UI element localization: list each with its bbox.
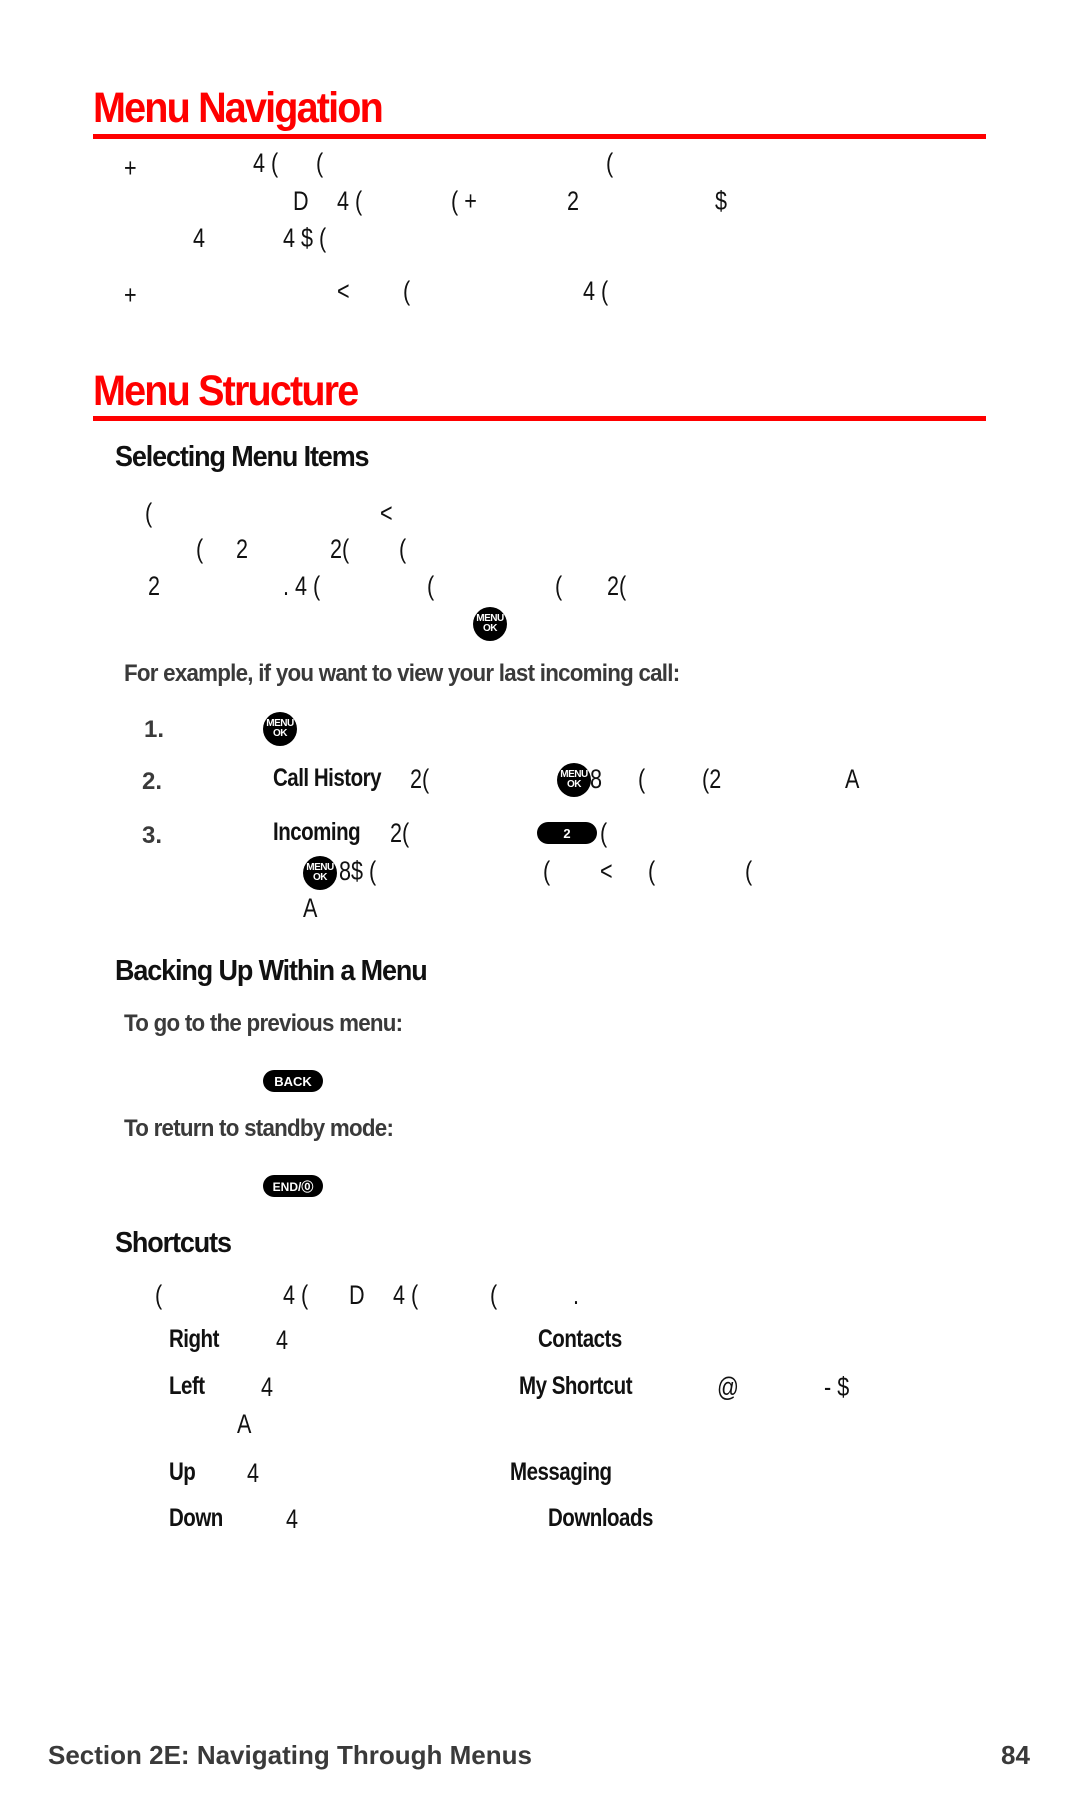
glyph: 4 ( — [283, 1280, 309, 1310]
glyph: < — [600, 856, 613, 886]
glyph: 8 — [590, 764, 603, 794]
glyph: ( — [600, 818, 608, 848]
example-lead: For example, if you want to view your la… — [124, 660, 680, 687]
glyph: < — [337, 276, 350, 306]
glyph: 8$ ( — [339, 856, 377, 886]
step-number: 1. — [144, 716, 165, 743]
shortcut-target: My Shortcut — [519, 1372, 633, 1400]
glyph: 2 — [148, 571, 161, 601]
previous-menu-label: To go to the previous menu: — [124, 1010, 403, 1037]
key-label: OK — [313, 872, 328, 883]
glyph: . — [573, 1280, 580, 1310]
menu-ok-key-icon: MENU OK — [263, 712, 297, 746]
glyph: ( — [403, 276, 411, 306]
shortcut-direction: Right — [169, 1325, 219, 1353]
menu-ok-key-icon: MENU OK — [557, 763, 591, 797]
glyph: ( — [606, 148, 614, 178]
title-rule — [93, 416, 986, 421]
glyph: ( — [745, 856, 753, 886]
glyph: 4 — [193, 223, 206, 253]
title-rule — [93, 134, 986, 139]
glyph: (2 — [702, 764, 722, 794]
key-label: BACK — [274, 1073, 312, 1089]
glyph: ( — [196, 534, 204, 564]
glyph: - $ — [824, 1372, 850, 1402]
key-label: END/⓪ — [272, 1179, 314, 1194]
step-number: 3. — [142, 822, 163, 849]
back-key-icon: BACK — [263, 1070, 323, 1092]
footer-section-label: Section 2E: Navigating Through Menus — [48, 1740, 532, 1770]
heading-selecting-menu-items: Selecting Menu Items — [115, 441, 370, 473]
glyph: $ — [715, 186, 728, 216]
heading-backing-up: Backing Up Within a Menu — [115, 955, 428, 987]
heading-shortcuts: Shortcuts — [115, 1227, 232, 1259]
glyph: ( — [638, 764, 646, 794]
shortcut-target: Contacts — [538, 1325, 622, 1353]
glyph: ( — [648, 856, 656, 886]
glyph: 2 — [567, 186, 580, 216]
menu-item-incoming: Incoming — [273, 818, 361, 846]
glyph: 4 ( — [583, 276, 609, 306]
glyph: D — [349, 1280, 365, 1310]
glyph: 4 — [261, 1372, 274, 1402]
shortcut-direction: Up — [169, 1458, 196, 1486]
glyph: @ — [717, 1372, 739, 1402]
glyph: D — [293, 186, 309, 216]
glyph: ( — [155, 1280, 163, 1310]
glyph: A — [303, 893, 318, 923]
glyph: 4 ( — [337, 186, 363, 216]
glyph: 4 $ ( — [283, 223, 327, 253]
key-label: OK — [567, 779, 582, 790]
menu-ok-key-icon: MENU OK — [473, 607, 507, 641]
glyph: A — [237, 1409, 252, 1439]
glyph: 4 — [276, 1325, 289, 1355]
shortcut-target: Downloads — [548, 1504, 653, 1532]
glyph: ( — [543, 856, 551, 886]
glyph: ( — [555, 571, 563, 601]
step-number: 2. — [142, 768, 163, 795]
menu-item-call-history: Call History — [273, 764, 382, 792]
section-title-menu-structure: Menu Structure — [93, 367, 359, 415]
glyph: 4 — [286, 1504, 299, 1534]
page-title-menu-navigation: Menu Navigation — [93, 84, 384, 132]
key-label: OK — [483, 623, 498, 634]
shortcut-direction: Left — [169, 1372, 205, 1400]
glyph: 4 — [247, 1458, 260, 1488]
glyph: + — [124, 153, 137, 183]
glyph: 2( — [330, 534, 350, 564]
glyph: 2 — [236, 534, 249, 564]
standby-mode-label: To return to standby mode: — [124, 1115, 394, 1142]
glyph: ( — [399, 534, 407, 564]
glyph: 2( — [390, 818, 410, 848]
two-key-icon: 2 — [537, 822, 597, 844]
glyph: ( — [316, 148, 324, 178]
glyph: ( — [490, 1280, 498, 1310]
shortcut-direction: Down — [169, 1504, 223, 1532]
page-number: 84 — [1001, 1740, 1030, 1770]
glyph: 4 ( — [393, 1280, 419, 1310]
glyph: < — [380, 498, 393, 528]
shortcut-target: Messaging — [510, 1458, 612, 1486]
menu-ok-key-icon: MENU OK — [303, 856, 337, 890]
glyph: 2( — [410, 764, 430, 794]
glyph: 2( — [607, 571, 627, 601]
glyph: A — [845, 764, 860, 794]
glyph: + — [124, 280, 137, 310]
glyph: . 4 ( — [283, 571, 321, 601]
glyph: ( + — [451, 186, 477, 216]
glyph: 4 ( — [253, 148, 279, 178]
key-label: OK — [273, 728, 288, 739]
glyph: ( — [427, 571, 435, 601]
key-label: 2 — [563, 825, 571, 841]
end-power-key-icon: END/⓪ — [263, 1175, 323, 1197]
glyph: ( — [145, 498, 153, 528]
